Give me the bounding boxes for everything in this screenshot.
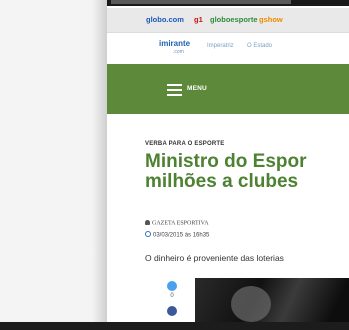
left-gutter — [0, 0, 107, 322]
share-count: 0 — [170, 293, 174, 299]
headline-line-1: Ministro do Espor — [145, 151, 307, 172]
imirante-logo[interactable]: imirante — [159, 40, 190, 48]
person-icon — [145, 220, 150, 225]
article-date: 03/03/2015 às 16h35 — [145, 231, 209, 239]
article-headline: Ministro do Espor milhões a clubes — [145, 152, 349, 192]
partner-link-o-estado[interactable]: O Estado — [247, 43, 272, 49]
menu-label[interactable]: MENU — [187, 85, 207, 92]
portal-link-gshow[interactable]: gshow — [259, 8, 283, 32]
bottom-bar — [0, 322, 349, 330]
article-photo — [195, 278, 349, 322]
portal-bar: globo.com g1 globoesporte gshow — [107, 8, 349, 33]
article-lead: O dinheiro é proveniente das loterias — [145, 253, 284, 263]
article-author: GAZETA ESPORTIVA — [145, 220, 209, 227]
imirante-logo-suffix: .com — [173, 49, 184, 55]
article: VERBA PARA O ESPORTE Ministro do Espor m… — [107, 114, 349, 322]
facebook-icon[interactable] — [167, 306, 177, 316]
phone-screen: globo.com g1 globoesporte gshow imirante… — [107, 0, 349, 322]
device-top-edge — [107, 0, 349, 6]
headline-line-2: milhões a clubes — [145, 171, 299, 192]
partner-link-imperatriz[interactable]: Imperatriz — [207, 43, 234, 49]
menu-icon[interactable] — [167, 84, 182, 96]
portal-link-globo[interactable]: globo.com — [146, 8, 184, 32]
share-bar: 0 — [165, 281, 179, 322]
site-header: MENU — [107, 64, 349, 114]
partner-bar: imirante .com Imperatriz O Estado — [107, 33, 349, 63]
portal-link-globoesporte[interactable]: globoesporte — [210, 8, 258, 32]
portal-link-g1[interactable]: g1 — [194, 8, 203, 32]
twitter-icon[interactable] — [167, 281, 177, 291]
clock-icon — [145, 231, 151, 237]
article-kicker: VERBA PARA O ESPORTE — [145, 141, 225, 147]
